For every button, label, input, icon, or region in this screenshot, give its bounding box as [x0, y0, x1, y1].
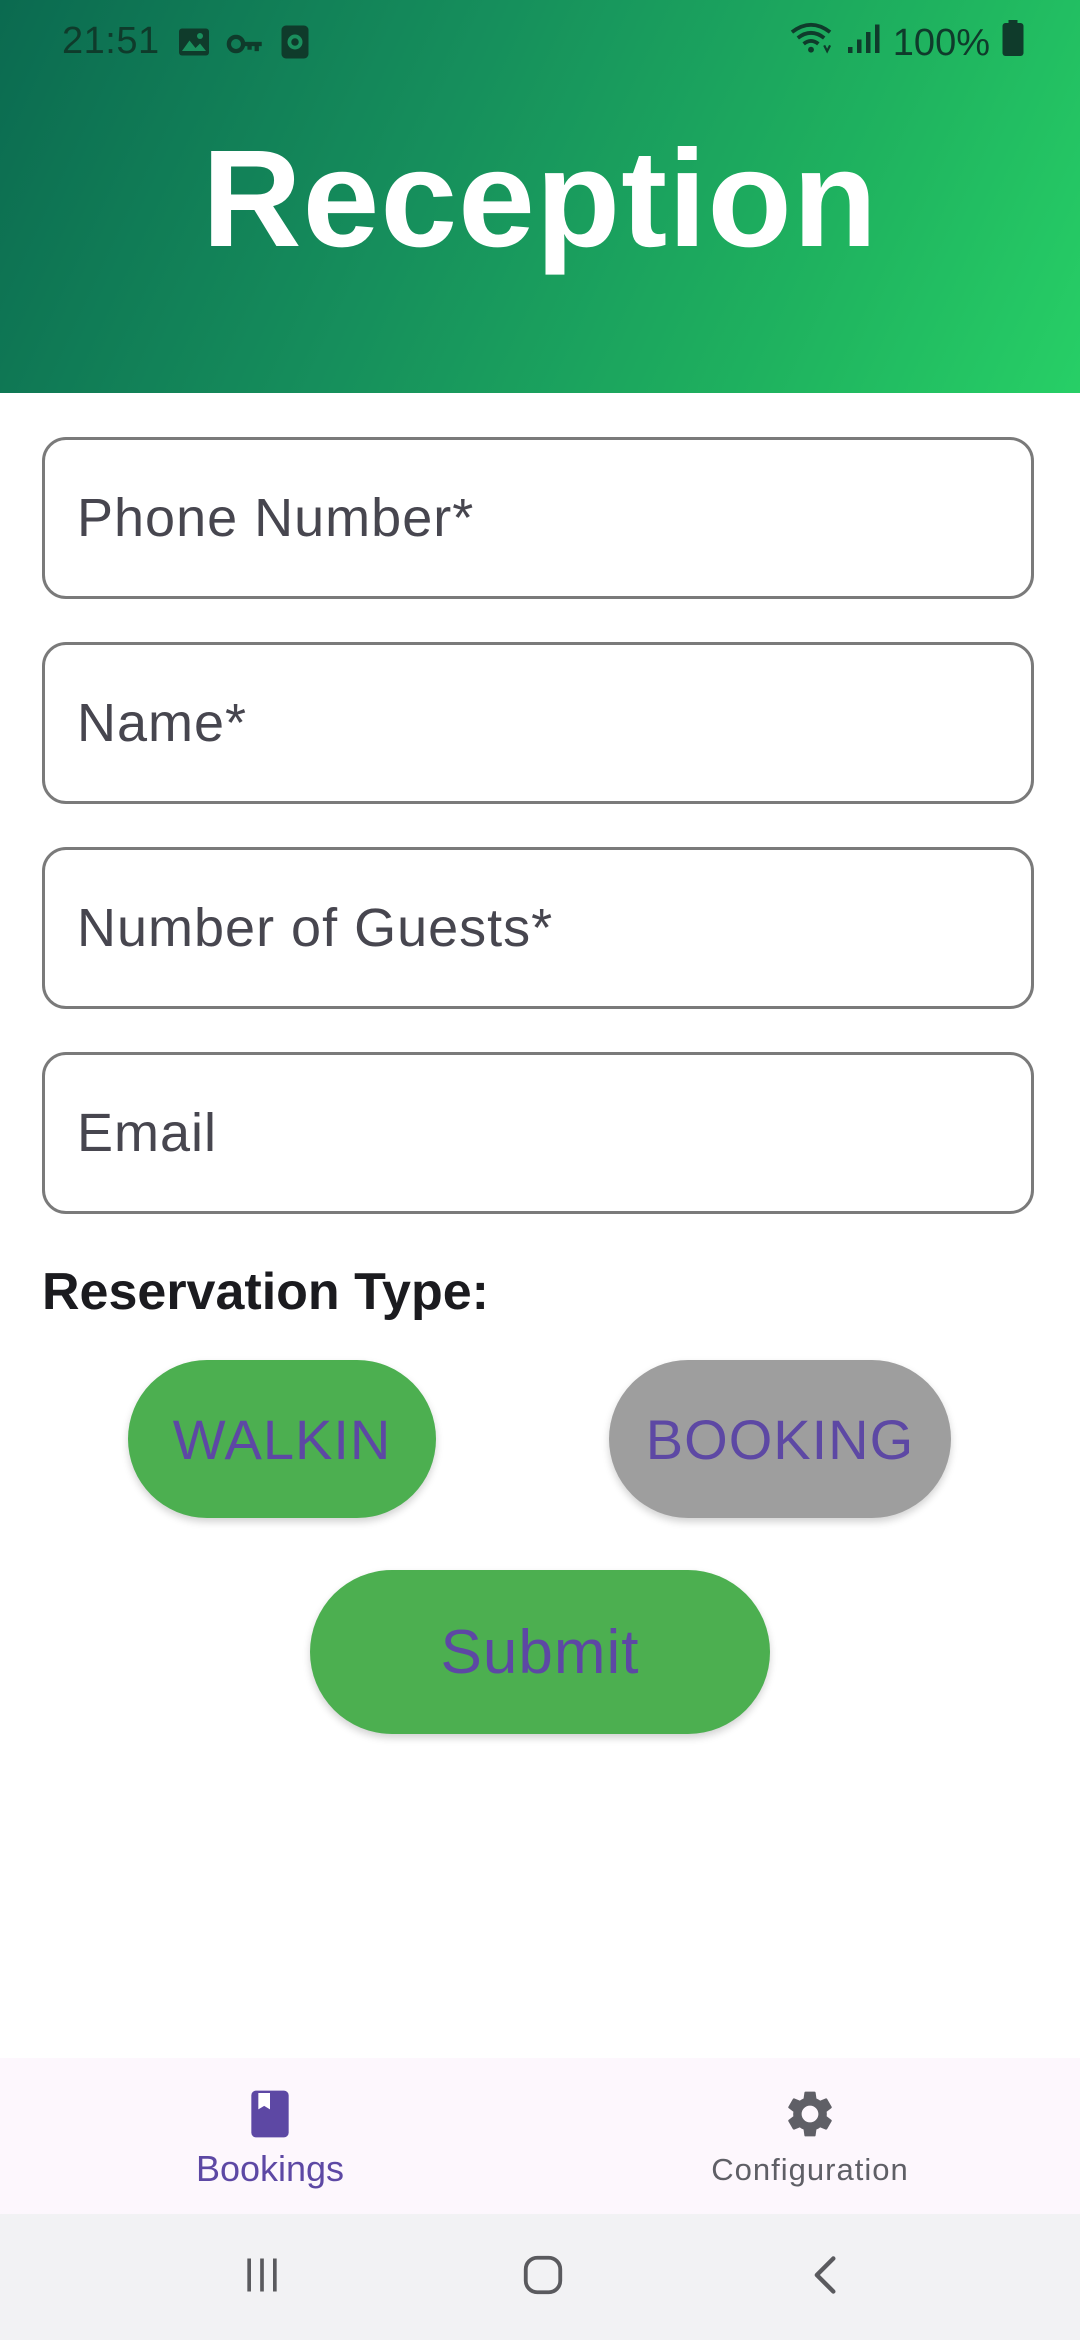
image-icon	[176, 24, 212, 70]
walkin-button[interactable]: WALKIN	[128, 1360, 436, 1518]
number-of-guests-field[interactable]	[45, 850, 1031, 1006]
booking-button[interactable]: BOOKING	[609, 1360, 951, 1518]
battery-icon	[1002, 20, 1024, 66]
signal-icon	[845, 20, 881, 66]
back-button[interactable]	[786, 2244, 866, 2310]
phone-number-field-box	[42, 437, 1034, 599]
screen-record-icon	[280, 24, 310, 70]
home-icon	[520, 2252, 566, 2303]
book-icon	[242, 2086, 298, 2142]
guests-field-box	[42, 847, 1034, 1009]
nav-item-bookings[interactable]: Bookings	[0, 2058, 540, 2214]
nav-item-configuration[interactable]: Configuration	[540, 2058, 1080, 2214]
phone-number-field[interactable]	[45, 440, 1031, 596]
reservation-type-label: Reservation Type:	[42, 1263, 489, 1321]
header-banner: 21:51 100% Reception	[0, 0, 1080, 393]
email-field[interactable]	[45, 1055, 1031, 1211]
home-button[interactable]	[503, 2244, 583, 2310]
name-field[interactable]	[45, 645, 1031, 801]
page-title: Reception	[201, 122, 879, 276]
gear-icon	[782, 2086, 838, 2142]
email-field-box	[42, 1052, 1034, 1214]
status-time: 21:51	[62, 20, 160, 62]
system-navigation-bar	[0, 2214, 1080, 2340]
wifi-icon	[789, 20, 833, 66]
recent-apps-button[interactable]	[222, 2244, 302, 2310]
bottom-navigation: Bookings Configuration	[0, 2058, 1080, 2214]
submit-button[interactable]: Submit	[310, 1570, 770, 1734]
nav-label-bookings: Bookings	[195, 2148, 345, 2189]
recent-apps-icon	[240, 2253, 284, 2302]
back-icon	[804, 2253, 848, 2302]
status-right: 100%	[789, 20, 1024, 66]
name-field-box	[42, 642, 1034, 804]
nav-label-configuration: Configuration	[711, 2152, 909, 2187]
status-left-icons	[176, 24, 310, 70]
battery-percent: 100%	[892, 21, 990, 64]
status-bar: 21:51 100%	[0, 0, 1080, 84]
key-icon	[226, 26, 266, 69]
